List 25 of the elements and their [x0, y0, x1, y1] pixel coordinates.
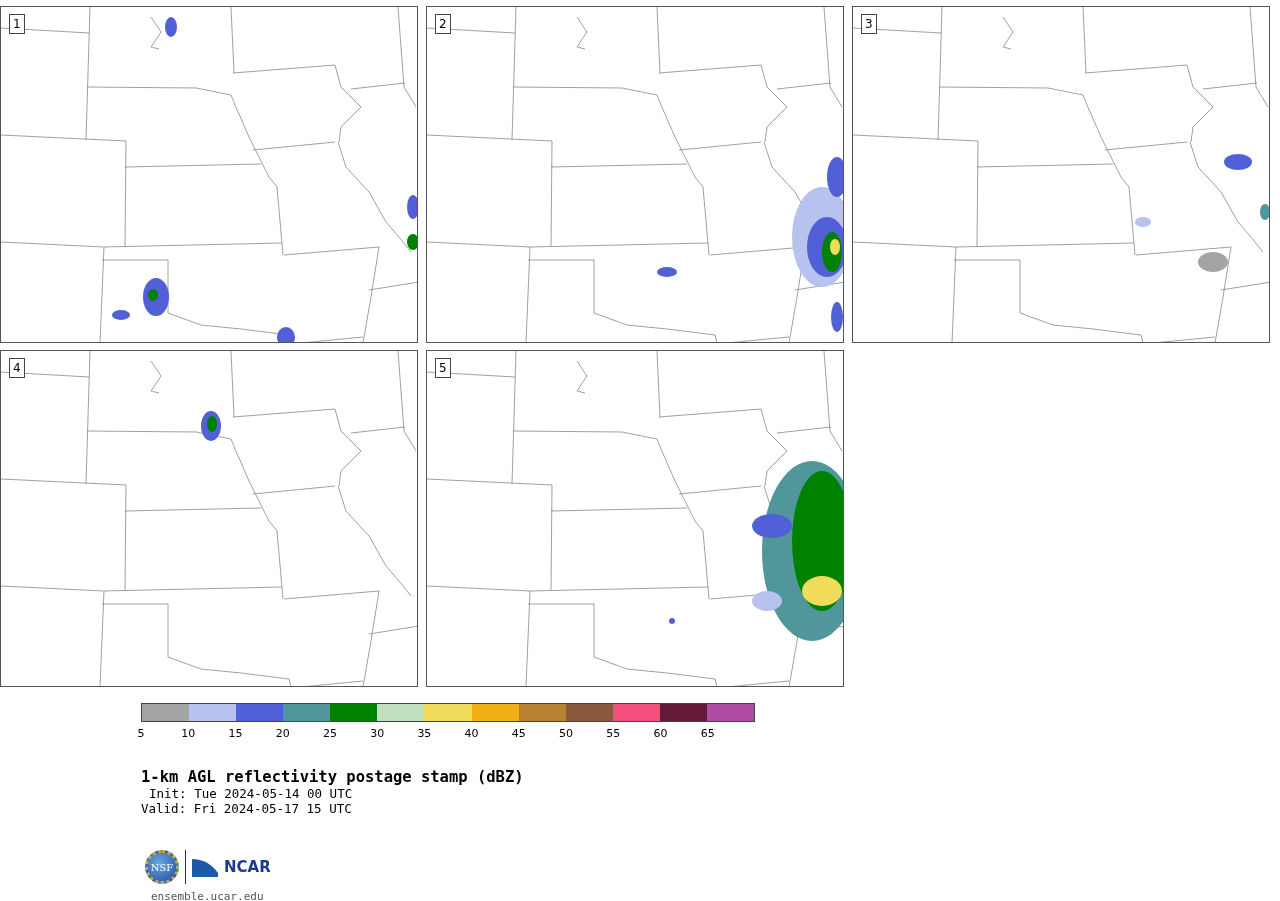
tick-label: 65 [700, 727, 715, 740]
panel-number: 2 [435, 14, 451, 34]
tick-label: 40 [464, 727, 479, 740]
tick-label: 15 [228, 727, 243, 740]
globe-logo: NSF [145, 850, 179, 884]
panel-number: 5 [435, 358, 451, 378]
info-text: Valid: Fri 2024-05-17 15 UTC [141, 801, 353, 816]
ncar-logo-text: NCAR [224, 858, 271, 876]
panel-number: 3 [861, 14, 877, 34]
tick-label: 55 [606, 727, 621, 740]
swoosh-icon [192, 857, 218, 877]
tick-label: 10 [181, 727, 196, 740]
site-url: ensemble.ucar.edu [151, 890, 265, 901]
tick-label: 45 [511, 727, 526, 740]
tick-label: 30 [370, 727, 385, 740]
panel-number: 1 [9, 14, 25, 34]
tick-label: 35 [417, 727, 432, 740]
tick-label: 60 [653, 727, 668, 740]
info-text: Init: Tue 2024-05-14 00 UTC [149, 786, 354, 801]
tick-label: 20 [275, 727, 290, 740]
tick-label: 5 [137, 727, 145, 740]
panel-number: 4 [9, 358, 25, 378]
tick-label: 25 [322, 727, 337, 740]
chart-title: 1-km AGL reflectivity postage stamp (dBZ) [141, 768, 525, 786]
tick-label: 50 [559, 727, 574, 740]
